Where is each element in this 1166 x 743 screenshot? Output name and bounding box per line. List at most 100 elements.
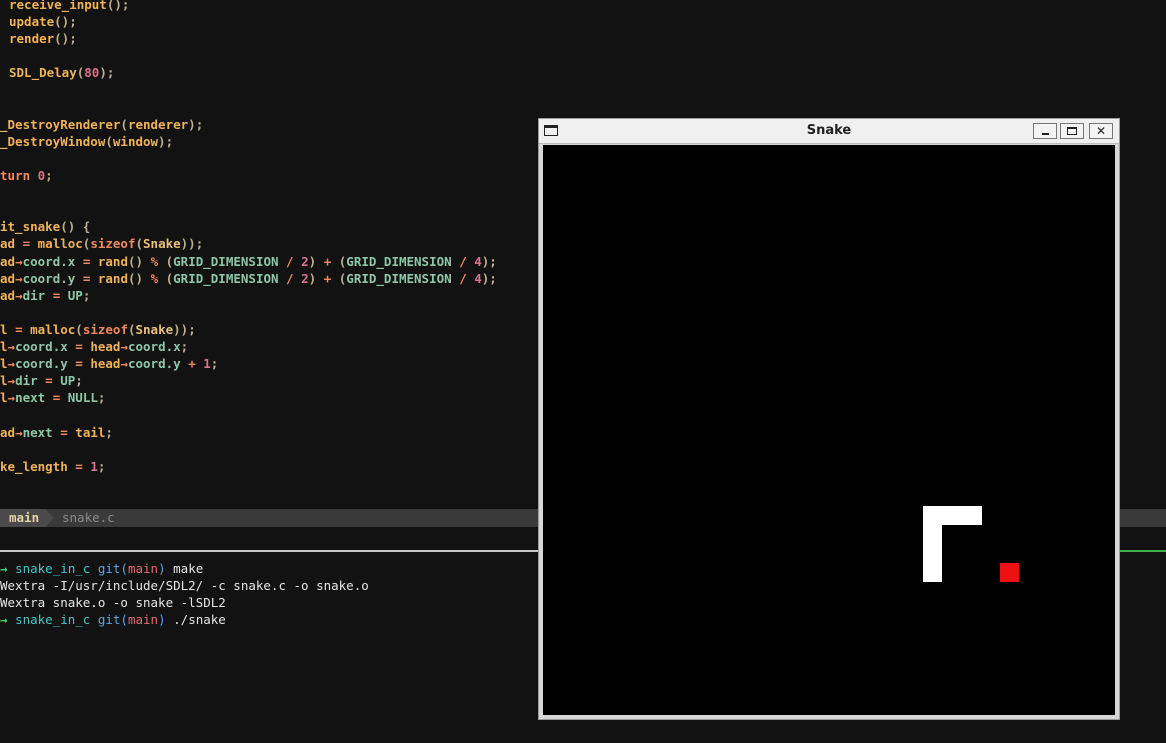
- code-token: ad: [0, 253, 16, 269]
- code-token: /: [286, 270, 302, 286]
- terminal-token: ): [158, 561, 174, 576]
- code-token: (: [127, 321, 136, 337]
- code-line: SDL_Delay(80);: [9, 64, 114, 81]
- code-token: 4: [474, 253, 482, 269]
- code-token: ();: [106, 0, 130, 12]
- code-token: →: [7, 390, 16, 406]
- terminal-line: → snake_in_c git(main) make: [0, 560, 203, 577]
- code-token: () {: [60, 219, 91, 235]
- code-token: coord.x: [22, 253, 83, 269]
- code-token: →: [7, 356, 16, 372]
- code-token: sizeof: [82, 321, 128, 337]
- code-line: l→coord.y = head→coord.y + 1;: [0, 355, 218, 372]
- code-token: =: [60, 424, 76, 440]
- code-token: (: [75, 321, 83, 337]
- desktop: receive_input(); update(); render(); SDL_De…: [0, 0, 1166, 743]
- terminal-token: ./snake: [173, 612, 226, 627]
- window-titlebar[interactable]: Snake ✕: [539, 119, 1119, 144]
- code-token: =: [52, 287, 68, 303]
- code-token: malloc: [37, 236, 83, 252]
- code-token: head: [90, 356, 121, 372]
- code-token: 1: [203, 356, 211, 372]
- minimize-icon: [1042, 133, 1049, 135]
- code-token: UP: [60, 373, 76, 389]
- code-line: _DestroyRenderer(renderer);: [0, 116, 203, 133]
- code-token: →: [7, 339, 16, 354]
- code-token: ;: [210, 356, 219, 372]
- terminal-token: ): [158, 612, 174, 627]
- code-token: ): [308, 270, 324, 286]
- code-token: →: [7, 373, 16, 389]
- terminal-line: → snake_in_c git(main) ./snake: [0, 611, 226, 628]
- code-token: =: [22, 236, 38, 252]
- code-token: ;: [75, 373, 83, 389]
- food: [1000, 563, 1019, 582]
- terminal-token: →: [0, 612, 16, 627]
- code-token: ;: [82, 287, 91, 303]
- code-token: ;: [180, 339, 189, 354]
- code-token: head: [90, 339, 121, 354]
- code-token: next: [15, 390, 53, 406]
- snake-body: [923, 506, 982, 525]
- code-token: coord.y: [22, 270, 83, 286]
- minimize-button[interactable]: [1033, 123, 1057, 139]
- code-token: ();: [54, 14, 77, 30]
- code-token: Snake: [143, 236, 181, 252]
- terminal-token: snake_in_c: [15, 612, 98, 627]
- code-line: ad→dir = UP;: [0, 287, 90, 304]
- close-button[interactable]: ✕: [1089, 123, 1113, 139]
- code-token: GRID_DIMENSION: [346, 253, 460, 269]
- code-token: (: [120, 116, 128, 132]
- code-token: dir: [15, 373, 46, 389]
- code-token: it_snake: [0, 219, 61, 235]
- code-line: ad→coord.x = rand() % (GRID_DIMENSION / …: [0, 253, 497, 270]
- snake-window[interactable]: Snake ✕: [538, 118, 1120, 720]
- code-token: (): [127, 270, 151, 286]
- code-token: %: [150, 270, 166, 286]
- code-token: GRID_DIMENSION: [173, 253, 287, 269]
- code-token: _DestroyWindow: [0, 133, 106, 149]
- code-token: sizeof: [90, 236, 136, 252]
- code-token: /: [459, 253, 475, 269]
- code-line: it_snake() {: [0, 218, 90, 235]
- code-token: next: [22, 424, 61, 440]
- terminal-line: Wextra -I/usr/include/SDL2/ -c snake.c -…: [0, 577, 369, 594]
- close-icon: ✕: [1095, 124, 1107, 138]
- code-token: 2: [301, 253, 309, 269]
- code-line: ad→coord.y = rand() % (GRID_DIMENSION / …: [0, 270, 497, 287]
- code-token: →: [120, 339, 128, 354]
- code-token: rand: [97, 253, 128, 269]
- code-token: coord.x: [127, 339, 181, 354]
- code-line: _DestroyWindow(window);: [0, 133, 173, 150]
- pane-divider-active: [1120, 550, 1166, 552]
- code-token: =: [82, 253, 98, 269]
- code-token: SDL_Delay: [9, 65, 77, 81]
- code-token: renderer: [127, 116, 189, 132]
- game-canvas[interactable]: [543, 145, 1115, 715]
- code-token: →: [15, 253, 23, 269]
- code-token: →: [15, 287, 23, 303]
- status-filename: snake.c: [62, 510, 115, 525]
- code-token: ();: [54, 31, 77, 47]
- code-token: l: [0, 321, 16, 337]
- code-token: /: [459, 270, 475, 286]
- maximize-button[interactable]: [1060, 123, 1084, 139]
- code-token: render: [9, 31, 55, 47]
- code-token: →: [15, 270, 23, 286]
- code-line: ke_length = 1;: [0, 458, 105, 475]
- code-token: receive_input: [9, 0, 107, 12]
- code-token: ): [308, 253, 324, 269]
- code-token: GRID_DIMENSION: [173, 270, 287, 286]
- code-token: 2: [301, 270, 309, 286]
- code-token: /: [286, 253, 302, 269]
- code-token: %: [150, 253, 166, 269]
- terminal-token: git(: [97, 561, 128, 576]
- window-menu-icon[interactable]: [544, 125, 558, 136]
- code-line: l→coord.x = head→coord.x;: [0, 338, 188, 355]
- code-token: GRID_DIMENSION: [346, 270, 460, 286]
- code-token: +: [188, 356, 204, 372]
- terminal-token: Wextra snake.o -o snake -lSDL2: [0, 595, 226, 610]
- status-mode: main: [0, 509, 55, 527]
- code-token: coord.x: [15, 339, 76, 354]
- code-token: NULL: [67, 390, 98, 406]
